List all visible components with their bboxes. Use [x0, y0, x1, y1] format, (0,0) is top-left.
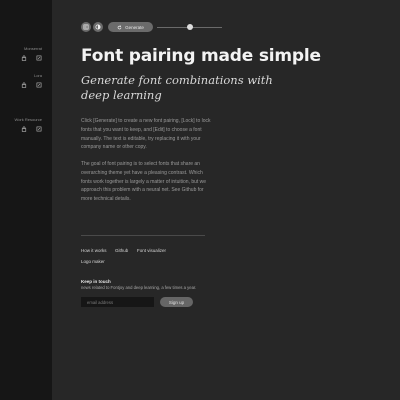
sidebar-font-group-2: Lora	[2, 73, 42, 88]
logo-maker-link[interactable]: Logo maker	[81, 259, 105, 264]
how-it-works-link[interactable]: How it works	[81, 248, 107, 253]
page-title[interactable]: Font pairing made simple	[81, 46, 321, 66]
edit-icon[interactable]	[36, 126, 42, 132]
newsletter-heading: Keep in touch	[81, 279, 111, 284]
lock-icon[interactable]	[21, 55, 27, 61]
lock-icon[interactable]	[21, 82, 27, 88]
body-paragraph-2[interactable]: The goal of font pairing is to select fo…	[81, 160, 211, 204]
slider-thumb[interactable]	[186, 24, 193, 30]
sidebar-font-name: Lora	[33, 73, 42, 78]
generate-button[interactable]: Generate	[108, 22, 153, 32]
sidebar-font-group-3: Work Resource	[2, 117, 42, 132]
sidebar-font-name: Work Resource	[14, 117, 43, 122]
footer-divider	[81, 235, 205, 236]
edit-icon[interactable]	[36, 55, 42, 61]
email-input[interactable]	[81, 297, 154, 307]
font-visualizer-link[interactable]: Font visualizer	[137, 248, 166, 253]
sidebar-font-name: Monserrat	[23, 46, 42, 51]
contrast-icon	[95, 24, 101, 30]
toolbar: Generate	[81, 21, 222, 33]
generate-button-label: Generate	[125, 24, 144, 30]
sidebar-font-group-1: Monserrat	[2, 46, 42, 61]
contrast-slider[interactable]	[157, 22, 222, 32]
lock-icon[interactable]	[21, 126, 27, 132]
body-paragraph-1[interactable]: Click [Generate] to create a new font pa…	[81, 117, 211, 152]
signup-button[interactable]: Sign up	[160, 297, 193, 307]
page-subtitle[interactable]: Generate font combinations with deep lea…	[81, 73, 281, 102]
edit-icon[interactable]	[36, 82, 42, 88]
contrast-toggle-button[interactable]	[93, 22, 103, 32]
refresh-icon	[117, 25, 122, 29]
layout-icon	[83, 24, 89, 30]
newsletter-description: news related to Fontjoy and deep learnin…	[81, 285, 197, 290]
layout-toggle-button[interactable]	[81, 22, 91, 32]
sidebar: Monserrat Lora Work Resource	[0, 0, 52, 400]
github-link[interactable]: Github	[115, 248, 128, 253]
